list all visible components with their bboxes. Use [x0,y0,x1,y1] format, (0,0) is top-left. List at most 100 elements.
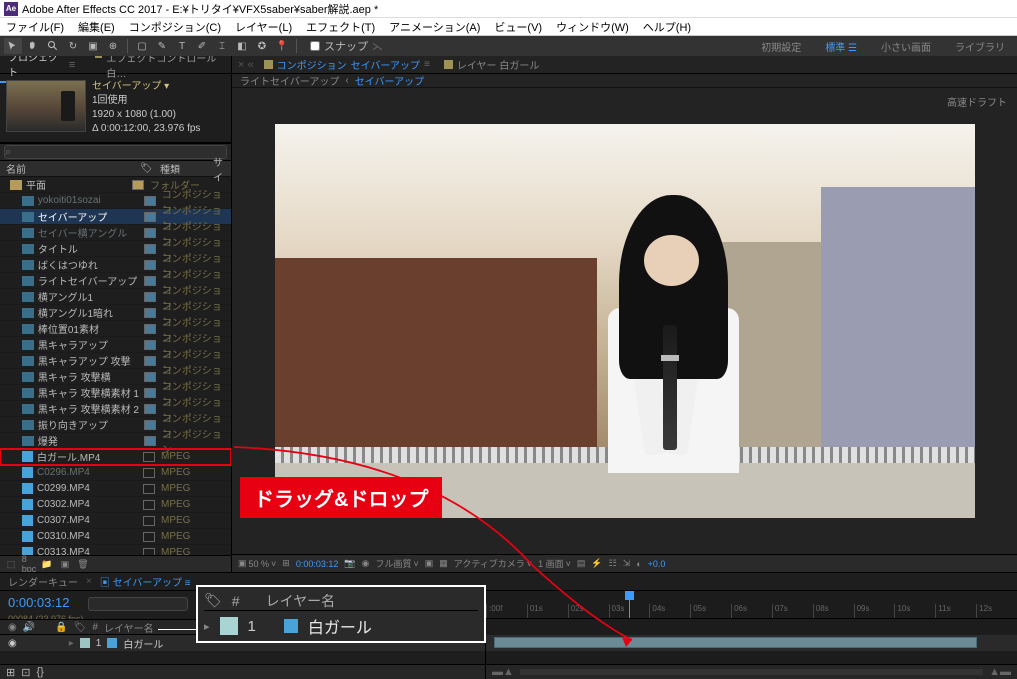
tool-clone[interactable]: ⌶ [213,38,231,54]
zoom-out-icon[interactable]: ▬▲ [492,666,514,678]
project-item[interactable]: C0296.MP4MPEG [0,465,231,481]
project-item[interactable]: C0302.MP4MPEG [0,497,231,513]
eye-col-icon[interactable]: ◉ [8,622,17,633]
tool-text[interactable]: T [173,38,191,54]
tag-icon[interactable]: 🏷 [140,163,154,174]
ruler-tick[interactable]: 07s [772,604,813,618]
label-swatch[interactable] [144,420,156,430]
exposure-reset-icon[interactable]: ◐ [636,559,641,569]
ruler-tick[interactable]: 12s [976,604,1017,618]
project-item[interactable]: C0299.MP4MPEG [0,481,231,497]
timeline-search[interactable] [88,597,188,611]
label-swatch[interactable] [143,548,155,556]
ruler-tick[interactable]: 02s [568,604,609,618]
label-swatch[interactable] [144,212,156,222]
layer-name[interactable]: 白ガール [123,636,163,651]
magnification[interactable]: ▣ 50 % ˅ [238,558,276,569]
new-comp-icon[interactable]: ▣ [58,557,72,571]
lock-col-icon[interactable]: 🔒 [55,622,67,633]
tool-selection[interactable] [4,38,22,54]
ruler-tick[interactable]: 04s [649,604,690,618]
snap-checkbox[interactable] [310,41,320,51]
tool-pen[interactable]: ✎ [153,38,171,54]
bpc-button[interactable]: 8 bpc [22,557,36,571]
menu-effect[interactable]: エフェクト(T) [306,19,375,35]
menubar[interactable]: ファイル(F) 編集(E) コンポジション(C) レイヤー(L) エフェクト(T… [0,18,1017,36]
ruler-tick[interactable]: 11s [935,604,976,618]
workspace-standard[interactable]: 標準 ☰ [819,37,863,56]
current-time-indicator[interactable] [629,591,630,618]
tool-roto[interactable]: ✪ [253,38,271,54]
timeline-icon[interactable]: ☷ [609,558,617,569]
project-item[interactable]: C0307.MP4MPEG [0,513,231,529]
label-swatch[interactable] [132,180,144,190]
tool-hand[interactable] [24,38,42,54]
label-swatch[interactable] [143,500,155,510]
ruler-tick[interactable]: 10s [894,604,935,618]
tool-rect[interactable]: ▢ [133,38,151,54]
menu-view[interactable]: ビュー(V) [494,19,542,35]
pixel-aspect-icon[interactable]: ▤ [577,558,586,569]
layer-label-swatch[interactable] [80,638,90,648]
menu-file[interactable]: ファイル(F) [6,19,64,35]
breadcrumb-item[interactable]: セイバーアップ [355,73,424,88]
label-swatch[interactable] [144,356,156,366]
label-swatch[interactable] [144,276,156,286]
breadcrumb-item[interactable]: ライトセイバーアップ [240,73,339,88]
label-swatch[interactable] [144,196,156,206]
viewlayout[interactable]: 1 画面 ˅ [538,557,571,570]
zoom-in-icon[interactable]: ▲▬ [989,666,1011,678]
toggle-switches-icon[interactable]: ⊞ [6,666,15,679]
timeline-track[interactable] [486,635,1017,651]
menu-composition[interactable]: コンポジション(C) [129,19,221,35]
layer-clip[interactable] [494,637,977,648]
menu-window[interactable]: ウィンドウ(W) [556,19,629,35]
exposure[interactable]: +0.0 [648,559,666,569]
label-swatch[interactable] [144,340,156,350]
audio-col-icon[interactable]: 🔊 [23,622,35,633]
transparency-icon[interactable]: ▦ [439,558,448,569]
label-swatch[interactable] [144,292,156,302]
label-swatch[interactable] [143,516,155,526]
timecode[interactable]: 0:00:03:12 [296,559,339,569]
ruler-tick[interactable]: 01s [527,604,568,618]
roi-icon[interactable]: ▣ [425,558,434,569]
tool-brush[interactable]: ✐ [193,38,211,54]
workspace-small[interactable]: 小さい画面 [875,37,937,56]
layer-tab[interactable]: レイヤー 白ガール [440,55,543,74]
label-swatch[interactable] [144,324,156,334]
snapshot-icon[interactable]: 📷 [344,558,355,569]
project-search[interactable] [4,145,227,159]
ruler-tick[interactable]: 06s [731,604,772,618]
label-col-icon[interactable]: 🏷 [74,622,87,633]
tool-rotate[interactable]: ↻ [64,38,82,54]
zoom-slider[interactable] [520,669,983,675]
renderqueue-tab[interactable]: レンダーキュー [8,574,78,589]
project-items[interactable]: 平面フォルダーyokoiti01sozaiコンポジションセイバーアップコンポジシ… [0,177,231,555]
menu-help[interactable]: ヘルプ(H) [643,19,691,35]
fast-preview-icon[interactable]: ⚡ [591,558,602,569]
menu-layer[interactable]: レイヤー(L) [235,19,292,35]
menu-animation[interactable]: アニメーション(A) [389,19,480,35]
tool-zoom[interactable] [44,38,62,54]
flowchart-icon[interactable]: ⇲ [623,558,631,569]
project-item[interactable]: C0310.MP4MPEG [0,529,231,545]
workspace-default[interactable]: 初期設定 [755,37,807,56]
ruler-tick[interactable]: 08s [813,604,854,618]
trash-icon[interactable]: 🗑 [76,557,90,571]
tool-pin[interactable]: 📍 [273,38,291,54]
snap-flyout-icon[interactable]: ⋋ [372,40,383,53]
tool-eraser[interactable]: ◧ [233,38,251,54]
3dview[interactable]: アクティブカメラ ˅ [454,557,532,570]
label-swatch[interactable] [144,244,156,254]
tool-camera[interactable]: ▣ [84,38,102,54]
label-swatch[interactable] [143,484,155,494]
ruler-tick[interactable]: 05s [690,604,731,618]
label-swatch[interactable] [144,404,156,414]
timeline-tab[interactable]: ▣ セイバーアップ ≡ [100,574,191,589]
resolution[interactable]: フル画質 ˅ [375,557,418,570]
label-swatch[interactable] [144,260,156,270]
workspace-library[interactable]: ライブラリ [949,37,1011,56]
interpret-icon[interactable]: ⬚ [4,557,18,571]
tool-anchor[interactable]: ⊕ [104,38,122,54]
